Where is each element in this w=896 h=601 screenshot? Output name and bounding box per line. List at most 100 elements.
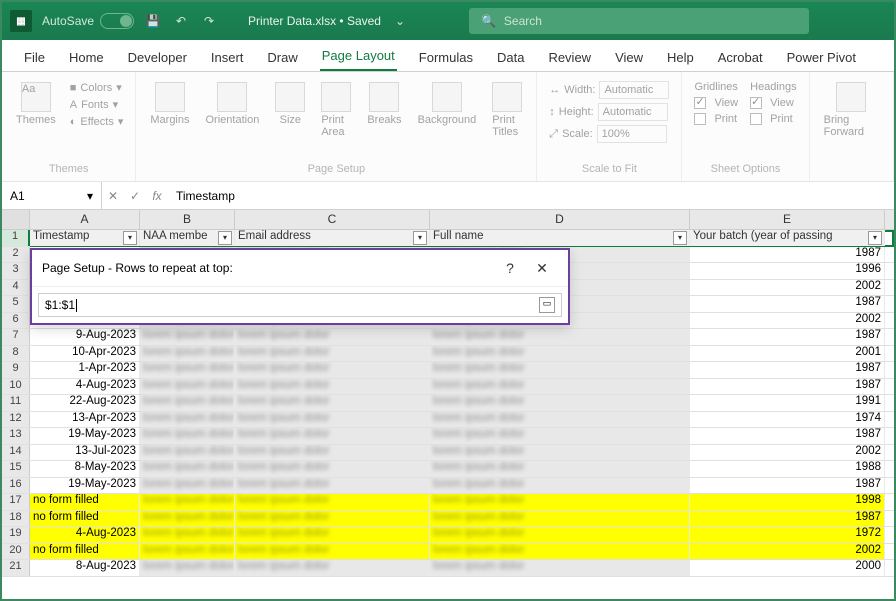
enter-icon[interactable]: ✓ [124,189,146,203]
undo-icon[interactable]: ↶ [172,12,190,30]
collapse-dialog-icon[interactable]: ▭ [539,297,555,313]
row-header[interactable]: 12 [2,412,30,428]
cell-redacted[interactable]: lorem ipsum dolor [140,494,235,510]
redo-icon[interactable]: ↷ [200,12,218,30]
cell[interactable]: no form filled [30,544,140,560]
bring-forward-button[interactable]: Bring Forward [820,80,883,140]
fx-icon[interactable]: fx [146,189,168,203]
row-header[interactable]: 17 [2,494,30,510]
cell-redacted[interactable]: lorem ipsum dolor [430,511,690,527]
row-header[interactable]: 14 [2,445,30,461]
cell-redacted[interactable]: lorem ipsum dolor [430,329,690,345]
column-filter-header[interactable]: Your batch (year of passing▾ [690,230,885,246]
table-row[interactable]: 1Timestamp▾NAA membe▾Email address▾Full … [2,230,894,247]
cell-redacted[interactable]: lorem ipsum dolor [430,428,690,444]
row-header[interactable]: 8 [2,346,30,362]
filter-arrow-icon[interactable]: ▾ [218,231,232,245]
cell-redacted[interactable]: lorem ipsum dolor [140,412,235,428]
cell-redacted[interactable]: lorem ipsum dolor [140,346,235,362]
row-header[interactable]: 18 [2,511,30,527]
cell[interactable]: 2002 [690,544,885,560]
cell[interactable]: 1988 [690,461,885,477]
col-header[interactable]: C [235,210,430,229]
cell-redacted[interactable]: lorem ipsum dolor [235,395,430,411]
tab-developer[interactable]: Developer [126,44,189,71]
cell-redacted[interactable]: lorem ipsum dolor [140,329,235,345]
size-button[interactable]: Size [271,80,309,128]
row-header[interactable]: 16 [2,478,30,494]
orientation-button[interactable]: Orientation [202,80,264,128]
gridlines-view[interactable]: View [692,96,740,110]
cell[interactable]: 2002 [690,445,885,461]
cell-redacted[interactable]: lorem ipsum dolor [235,412,430,428]
cell-redacted[interactable]: lorem ipsum dolor [430,379,690,395]
cell[interactable]: 1987 [690,329,885,345]
table-row[interactable]: 1413-Jul-2023lorem ipsum dolorlorem ipsu… [2,445,894,462]
cell-redacted[interactable]: lorem ipsum dolor [235,511,430,527]
row-header[interactable]: 15 [2,461,30,477]
column-headers[interactable]: A B C D E [2,210,894,230]
cell[interactable]: 13-Apr-2023 [30,412,140,428]
table-row[interactable]: 194-Aug-2023lorem ipsum dolorlorem ipsum… [2,527,894,544]
table-row[interactable]: 1619-May-2023lorem ipsum dolorlorem ipsu… [2,478,894,495]
cell[interactable]: 1991 [690,395,885,411]
background-button[interactable]: Background [414,80,481,128]
row-header[interactable]: 9 [2,362,30,378]
cell[interactable]: 1996 [690,263,885,279]
cell-redacted[interactable]: lorem ipsum dolor [235,527,430,543]
name-box[interactable]: A1▾ [2,182,102,209]
cell[interactable]: 1-Apr-2023 [30,362,140,378]
headings-view[interactable]: View [748,96,798,110]
cell-redacted[interactable]: lorem ipsum dolor [140,395,235,411]
row-header[interactable]: 21 [2,560,30,576]
table-row[interactable]: 20no form filled lorem ipsum dolorlorem i… [2,544,894,561]
breaks-button[interactable]: Breaks [363,80,405,128]
cell[interactable]: 4-Aug-2023 [30,379,140,395]
row-header[interactable]: 3 [2,263,30,279]
cell[interactable]: 2000 [690,560,885,576]
tab-file[interactable]: File [22,44,47,71]
cell-redacted[interactable]: lorem ipsum dolor [430,560,690,576]
cell-redacted[interactable]: lorem ipsum dolor [235,494,430,510]
row-header[interactable]: 20 [2,544,30,560]
cell-redacted[interactable]: lorem ipsum dolor [235,362,430,378]
cell-redacted[interactable]: lorem ipsum dolor [235,560,430,576]
row-header[interactable]: 19 [2,527,30,543]
tab-help[interactable]: Help [665,44,696,71]
tab-page-layout[interactable]: Page Layout [320,42,397,71]
tab-home[interactable]: Home [67,44,106,71]
cell[interactable]: 1987 [690,362,885,378]
themes-button[interactable]: AaThemes [12,80,60,128]
tab-review[interactable]: Review [546,44,593,71]
margins-button[interactable]: Margins [146,80,193,128]
filter-arrow-icon[interactable]: ▾ [123,231,137,245]
cell[interactable]: 2002 [690,313,885,329]
cell-redacted[interactable]: lorem ipsum dolor [235,346,430,362]
table-row[interactable]: 91-Apr-2023lorem ipsum dolorlorem ipsum … [2,362,894,379]
cell-redacted[interactable]: lorem ipsum dolor [430,412,690,428]
table-row[interactable]: 1319-May-2023lorem ipsum dolorlorem ipsu… [2,428,894,445]
cell[interactable]: 1998 [690,494,885,510]
table-row[interactable]: 18no form filled lorem ipsum dolorlorem i… [2,511,894,528]
worksheet-grid[interactable]: A B C D E Page Setup - Rows to repeat at… [2,210,894,577]
cell-redacted[interactable]: lorem ipsum dolor [140,560,235,576]
cell[interactable]: no form filled [30,511,140,527]
cell-redacted[interactable]: lorem ipsum dolor [235,379,430,395]
cell[interactable]: 1987 [690,511,885,527]
cell[interactable]: 10-Apr-2023 [30,346,140,362]
column-filter-header[interactable]: NAA membe▾ [140,230,235,246]
help-button[interactable]: ? [494,256,526,280]
cell[interactable]: no form filled [30,494,140,510]
row-header[interactable]: 1 [2,230,30,246]
scale-input[interactable]: 100% [597,125,667,143]
rows-repeat-input[interactable]: $1:$1 ▭ [38,293,562,317]
cell[interactable]: 1972 [690,527,885,543]
cell[interactable]: 22-Aug-2023 [30,395,140,411]
cell[interactable]: 8-May-2023 [30,461,140,477]
cell-redacted[interactable]: lorem ipsum dolor [235,544,430,560]
gridlines-print[interactable]: Print [692,112,740,126]
col-header[interactable]: B [140,210,235,229]
cell-redacted[interactable]: lorem ipsum dolor [430,544,690,560]
cell-redacted[interactable]: lorem ipsum dolor [140,445,235,461]
tab-formulas[interactable]: Formulas [417,44,475,71]
